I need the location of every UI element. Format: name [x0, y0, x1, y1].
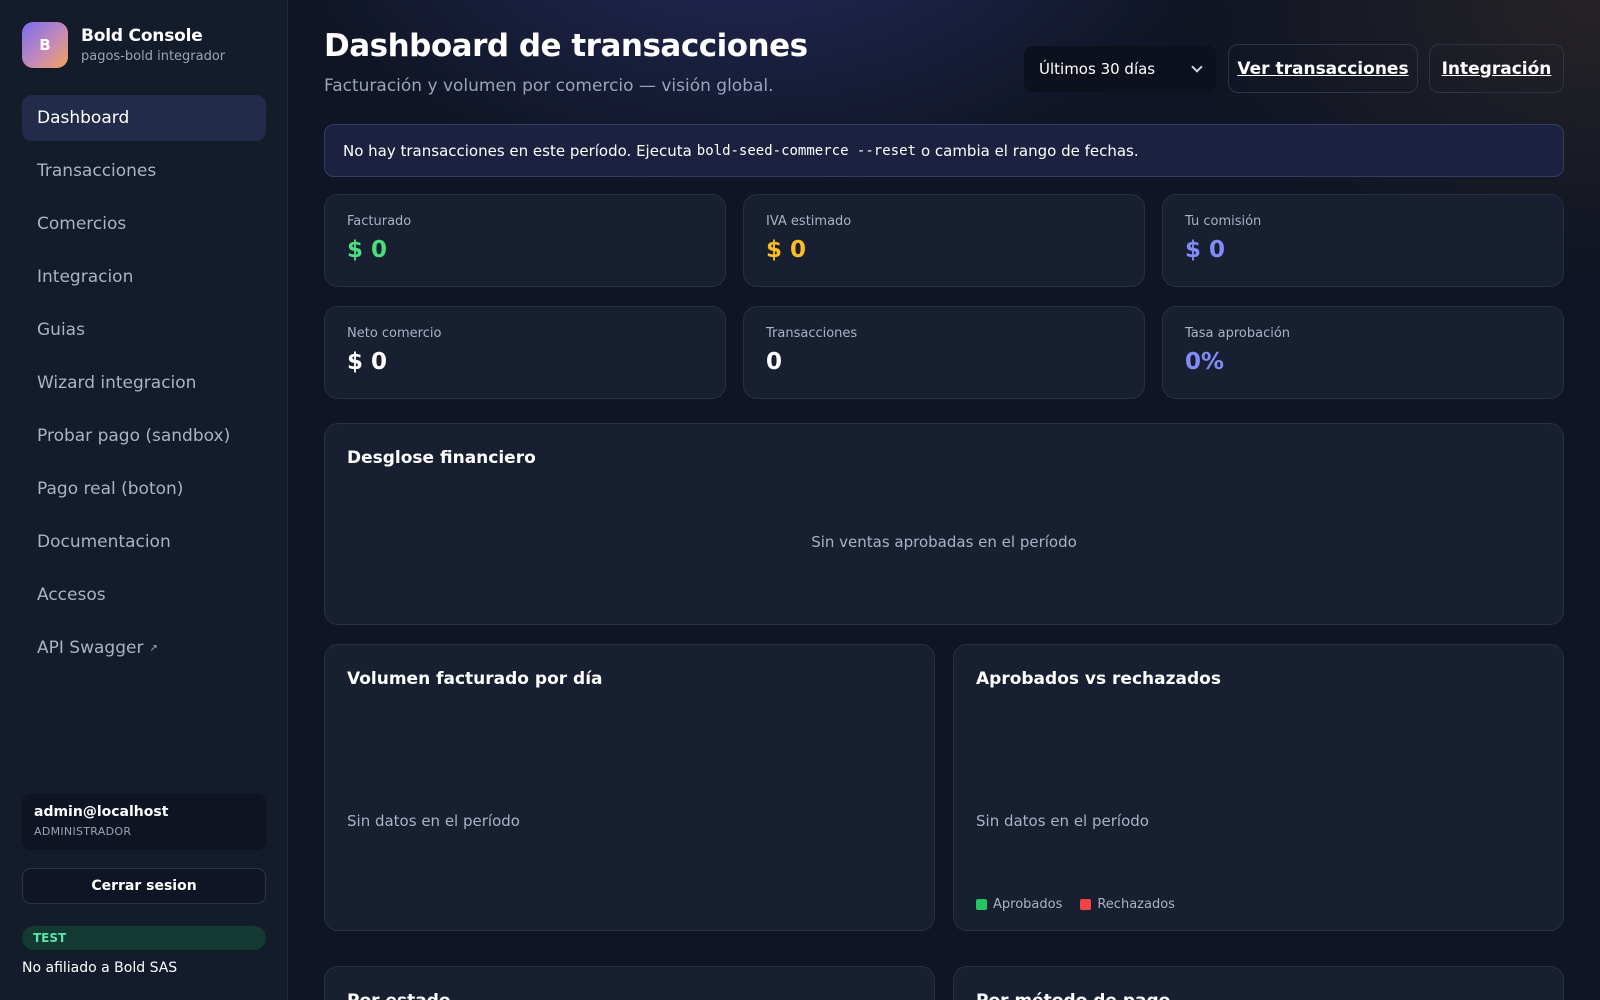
- kpi-label: IVA estimado: [766, 214, 852, 229]
- sidebar-item-label: Probar pago (sandbox): [37, 426, 231, 446]
- kpi-card-tasa-aprobacion: Tasa aprobación 0%: [1162, 306, 1564, 399]
- kpi-value: $ 0: [1185, 237, 1226, 263]
- panel-title: Desglose financiero: [347, 448, 536, 468]
- by-status-panel: Por estado: [324, 966, 935, 1000]
- financial-breakdown-panel: Desglose financiero Sin ventas aprobadas…: [324, 423, 1564, 625]
- kpi-card-tu-comision: Tu comisión $ 0: [1162, 194, 1564, 287]
- kpi-card-iva-estimado: IVA estimado $ 0: [743, 194, 1145, 287]
- sidebar-item-label: Wizard integracion: [37, 373, 197, 393]
- panel-title: Por estado: [347, 991, 451, 1000]
- user-card: admin@localhost ADMINISTRADOR: [22, 794, 266, 850]
- sidebar: B Bold Console pagos-bold integrador Das…: [0, 0, 288, 1000]
- sidebar-item-transacciones[interactable]: Transacciones: [22, 148, 266, 194]
- sidebar-item-api-swagger[interactable]: API Swagger ↗: [22, 625, 266, 671]
- main-content: Dashboard de transacciones Facturación y…: [289, 0, 1600, 1000]
- sidebar-item-label: Documentacion: [37, 532, 171, 552]
- chart-legend: Aprobados Rechazados: [976, 897, 1193, 912]
- kpi-card-neto-comercio: Neto comercio $ 0: [324, 306, 726, 399]
- panel-title: Aprobados vs rechazados: [976, 669, 1221, 689]
- page-title: Dashboard de transacciones: [324, 28, 808, 64]
- legend-swatch: [1080, 899, 1092, 910]
- by-payment-method-panel: Por método de pago: [953, 966, 1564, 1000]
- kpi-card-facturado: Facturado $ 0: [324, 194, 726, 287]
- page-subtitle: Facturación y volumen por comercio — vis…: [324, 76, 774, 96]
- kpi-value: 0%: [1185, 349, 1225, 375]
- alert-command: bold-seed-commerce --reset: [696, 142, 916, 159]
- user-role: ADMINISTRADOR: [34, 825, 132, 838]
- sidebar-item-wizard-integracion[interactable]: Wizard integracion: [22, 360, 266, 406]
- kpi-value: 0: [766, 349, 783, 375]
- brand-text: Bold Console pagos-bold integrador: [81, 26, 225, 64]
- empty-state-text: Sin ventas aprobadas en el período: [811, 533, 1077, 551]
- kpi-label: Facturado: [347, 214, 412, 229]
- sidebar-item-pago-real[interactable]: Pago real (boton): [22, 466, 266, 512]
- sidebar-item-label: Comercios: [37, 214, 127, 234]
- sidebar-item-label: Dashboard: [37, 108, 130, 128]
- disclaimer-text: No afiliado a Bold SAS: [22, 960, 178, 976]
- environment-badge: TEST: [22, 926, 266, 950]
- daily-volume-panel: Volumen facturado por día Sin datos en e…: [324, 644, 935, 931]
- legend-swatch: [976, 899, 987, 910]
- sidebar-item-probar-pago[interactable]: Probar pago (sandbox): [22, 413, 266, 459]
- kpi-label: Neto comercio: [347, 326, 442, 341]
- sidebar-item-label: Accesos: [37, 585, 106, 605]
- chevron-down-icon: [1191, 61, 1203, 73]
- panel-title: Por método de pago: [976, 991, 1170, 1000]
- sidebar-item-label: Transacciones: [37, 161, 157, 181]
- user-email: admin@localhost: [34, 804, 169, 820]
- brand-subtitle: pagos-bold integrador: [81, 49, 226, 64]
- kpi-label: Tasa aprobación: [1185, 326, 1291, 341]
- brand-logo: B: [22, 22, 68, 68]
- legend-item-aprobados[interactable]: Aprobados: [976, 897, 1062, 912]
- empty-state-text: Sin datos en el período: [347, 812, 520, 830]
- kpi-label: Tu comisión: [1185, 214, 1262, 229]
- empty-state-text: Sin datos en el período: [976, 812, 1149, 830]
- empty-period-alert: No hay transacciones en este período. Ej…: [324, 124, 1564, 177]
- kpi-value: $ 0: [347, 237, 388, 263]
- sidebar-item-label: API Swagger: [37, 638, 144, 658]
- sidebar-item-label: Pago real (boton): [37, 479, 184, 499]
- integration-button[interactable]: Integración: [1429, 44, 1564, 93]
- approved-vs-rejected-panel: Aprobados vs rechazados Sin datos en el …: [953, 644, 1564, 931]
- sidebar-nav: Dashboard Transacciones Comercios Integr…: [22, 95, 266, 678]
- logout-button[interactable]: Cerrar sesion: [22, 868, 266, 904]
- kpi-value: $ 0: [347, 349, 388, 375]
- alert-text-before: No hay transacciones en este período. Ej…: [343, 141, 692, 160]
- kpi-card-transacciones: Transacciones 0: [743, 306, 1145, 399]
- sidebar-item-label: Guias: [37, 320, 85, 340]
- sidebar-item-label: Integracion: [37, 267, 134, 287]
- alert-text-after: o cambia el rango de fechas.: [920, 141, 1139, 160]
- panel-title: Volumen facturado por día: [347, 669, 603, 689]
- legend-label: Aprobados: [993, 897, 1063, 912]
- legend-label: Rechazados: [1097, 897, 1175, 912]
- sidebar-item-dashboard[interactable]: Dashboard: [22, 95, 266, 141]
- sidebar-item-comercios[interactable]: Comercios: [22, 201, 266, 247]
- date-range-value: Últimos 30 días: [1039, 60, 1156, 78]
- kpi-label: Transacciones: [766, 326, 858, 341]
- brand-title: Bold Console: [81, 26, 203, 46]
- sidebar-item-guias[interactable]: Guias: [22, 307, 266, 353]
- sidebar-item-integracion[interactable]: Integracion: [22, 254, 266, 300]
- legend-item-rechazados[interactable]: Rechazados: [1080, 897, 1175, 912]
- brand[interactable]: B Bold Console pagos-bold integrador: [22, 22, 225, 68]
- date-range-select[interactable]: Últimos 30 días: [1024, 46, 1216, 92]
- kpi-value: $ 0: [766, 237, 807, 263]
- sidebar-item-documentacion[interactable]: Documentacion: [22, 519, 266, 565]
- sidebar-item-accesos[interactable]: Accesos: [22, 572, 266, 618]
- external-link-icon: ↗: [149, 642, 158, 654]
- view-transactions-button[interactable]: Ver transacciones: [1228, 44, 1418, 93]
